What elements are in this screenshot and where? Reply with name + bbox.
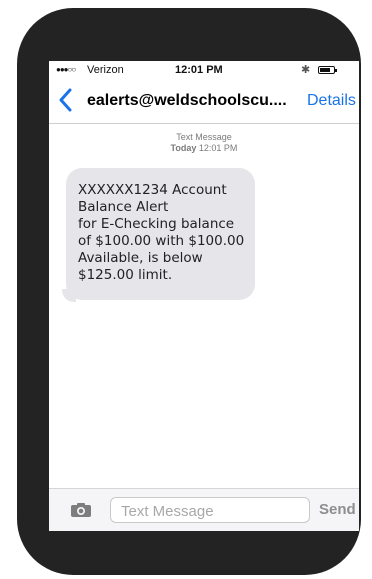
signal-strength-icon: ●●●○○: [56, 65, 76, 74]
message-date: Today 12:01 PM: [49, 143, 359, 154]
message-input-placeholder: Text Message: [121, 503, 214, 520]
contact-name[interactable]: ealerts@weldschoolscu....: [87, 92, 287, 110]
details-button[interactable]: Details: [307, 92, 356, 110]
message-text: XXXXXX1234 Account Balance Alert for E-C…: [78, 182, 245, 283]
message-time: 12:01 PM: [198, 143, 238, 153]
chevron-left-icon[interactable]: [58, 88, 72, 112]
message-timestamp: Text Message Today 12:01 PM: [49, 132, 359, 154]
status-bar: ●●●○○ Verizon 12:01 PM ✱: [49, 61, 359, 81]
messages-screen: ●●●○○ Verizon 12:01 PM ✱ ealerts@weldsch…: [49, 61, 359, 531]
battery-icon: [318, 66, 337, 74]
message-input[interactable]: Text Message: [110, 497, 310, 523]
carrier-name: Verizon: [87, 64, 124, 76]
send-button[interactable]: Send: [319, 501, 356, 518]
phone-frame: ●●●○○ Verizon 12:01 PM ✱ ealerts@weldsch…: [17, 8, 361, 575]
conversation-header: ealerts@weldschoolscu.... Details: [49, 81, 359, 124]
message-type-label: Text Message: [176, 132, 232, 142]
camera-icon[interactable]: [70, 502, 92, 518]
message-day: Today: [170, 143, 197, 153]
bluetooth-icon: ✱: [301, 64, 311, 76]
status-time: 12:01 PM: [175, 64, 223, 76]
message-composer: Text Message Send: [49, 488, 359, 531]
